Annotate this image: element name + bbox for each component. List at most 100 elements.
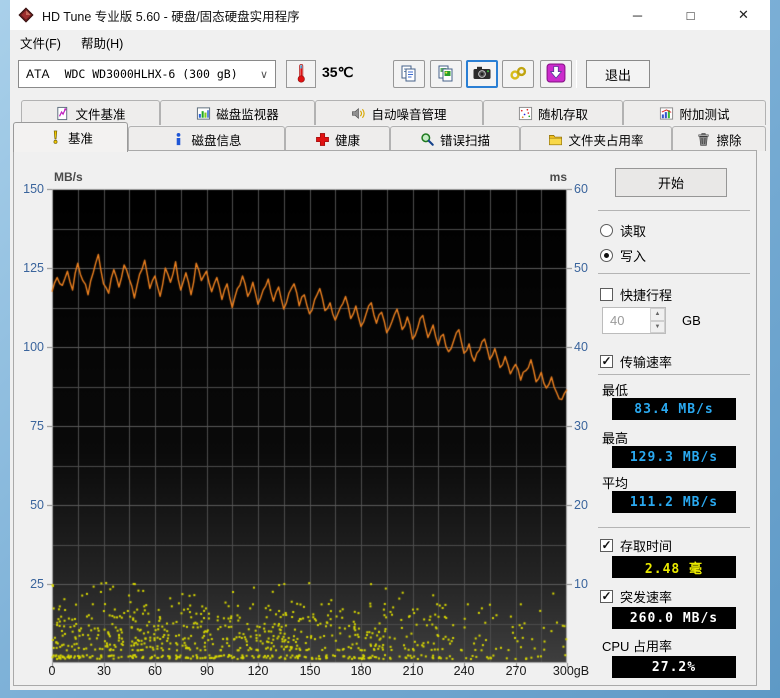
tab-label: 擦除 [716,133,742,148]
tab-label: 文件基准 [75,107,126,122]
x-tick: 240 [453,664,475,678]
acoustic-manager-button[interactable] [502,60,534,88]
y-tick: 50 [30,498,44,512]
y-tick-right: 50 [574,261,588,275]
cpu-usage-label: CPU 占用率 [602,639,673,654]
temperature-button[interactable] [286,60,316,88]
tab-extra-tests[interactable]: 附加测试 [623,100,766,125]
y-tick: 75 [30,419,44,433]
tab-benchmark[interactable]: 基准 [13,122,128,152]
panel-separator [598,210,750,211]
benchmark-icon [48,130,63,145]
copy-image-icon [437,64,455,85]
y-tick: 100 [23,340,44,354]
write-radio-label: 写入 [620,249,647,264]
short-stroke-size-spinner[interactable]: 40 ▲ ▼ [602,307,666,334]
spinner-arrows: ▲ ▼ [650,308,665,333]
y-tick: 125 [23,261,44,275]
min-value-display: 83.4 MB/s [612,398,736,420]
tab-label: 磁盘信息 [191,133,242,148]
tab-disk-monitor[interactable]: 磁盘监视器 [160,100,315,125]
panel-separator [598,374,750,375]
access-time-display: 2.48 毫 [612,556,736,578]
update-button[interactable] [540,60,572,88]
tab-folder-usage[interactable]: 文件夹占用率 [520,126,672,151]
transfer-rate-label: 传输速率 [620,355,673,370]
screenshot-button[interactable] [466,60,498,88]
y-right-axis-unit: ms [549,170,567,184]
toolbar: ATA WDC WD3000HLHX-6 (300 gB) ∨ 35℃ 退出 [10,54,770,98]
info-icon [171,132,186,147]
x-tick: 0 [48,664,56,678]
start-button[interactable]: 开始 [615,168,727,197]
trash-icon [696,132,711,147]
tab-label: 文件夹占用率 [568,133,644,148]
menu-help[interactable]: 帮助(H) [71,30,133,55]
exit-button[interactable]: 退出 [586,60,650,88]
tab-health[interactable]: 健康 [285,126,390,151]
tab-disk-info[interactable]: 磁盘信息 [128,126,285,151]
x-tick: 180 [350,664,372,678]
transfer-rate-checkbox[interactable] [600,355,613,368]
tab-auto-acoustic[interactable]: 自动噪音管理 [315,100,483,125]
burst-rate-label: 突发速率 [620,590,673,605]
x-tick: 120 [247,664,269,678]
toolbar-separator [576,60,577,88]
folder-icon [548,132,563,147]
gb-unit-label: GB [682,313,701,328]
burst-rate-display: 260.0 MB/s [612,607,736,629]
speaker-icon [351,106,366,121]
drive-bus-label: ATA [26,67,51,81]
tab-label: 健康 [334,133,360,148]
x-tick: 90 [200,664,214,678]
tab-erase[interactable]: 擦除 [672,126,766,151]
min-label: 最低 [602,383,629,398]
acoustic-manager-icon [509,64,527,85]
x-tick: 210 [402,664,424,678]
x-tick: 60 [148,664,162,678]
app-logo-icon [18,7,34,23]
x-tick: 300gB [552,664,590,678]
benchmark-chart [47,184,572,668]
random-access-icon [518,106,533,121]
read-radio[interactable] [600,224,613,237]
access-time-label: 存取时间 [620,539,673,554]
x-tick: 150 [299,664,321,678]
menu-file[interactable]: 文件(F) [10,30,71,55]
drive-model-label: WDC WD3000HLHX-6 (300 gB) [64,67,238,81]
short-stroke-label: 快捷行程 [620,288,673,303]
health-cross-icon [315,132,330,147]
burst-rate-checkbox[interactable] [600,590,613,603]
title-bar: HD Tune 专业版 5.60 - 硬盘/固态硬盘实用程序 ─ □ ✕ [10,0,770,30]
tab-label: 自动噪音管理 [371,107,447,122]
spin-up-icon[interactable]: ▲ [650,308,665,321]
y-tick-right: 20 [574,498,588,512]
access-time-row: 存取时间 [600,536,672,555]
window-controls: ─ □ ✕ [611,0,770,30]
chevron-down-icon: ∨ [259,68,268,81]
max-value-display: 129.3 MB/s [612,446,736,468]
x-tick: 30 [97,664,111,678]
copy-text-icon [400,64,418,85]
short-stroke-checkbox[interactable] [600,288,613,301]
read-radio-label: 读取 [620,224,647,239]
minimize-button[interactable]: ─ [611,0,664,30]
drive-selector-dropdown[interactable]: ATA WDC WD3000HLHX-6 (300 gB) ∨ [18,60,276,88]
copy-text-button[interactable] [393,60,425,88]
read-mode-row: 读取 [600,221,646,240]
maximize-button[interactable]: □ [664,0,717,30]
tab-random-access[interactable]: 随机存取 [483,100,623,125]
disk-monitor-icon [196,106,211,121]
spin-down-icon[interactable]: ▼ [650,320,665,333]
camera-icon [472,65,492,84]
cpu-usage-display: 27.2% [612,656,736,678]
close-button[interactable]: ✕ [717,0,770,30]
tab-error-scan[interactable]: 错误扫描 [390,126,520,151]
y-tick-right: 40 [574,340,588,354]
y-tick: 150 [23,182,44,196]
avg-label: 平均 [602,476,629,491]
copy-image-button[interactable] [430,60,462,88]
file-benchmark-icon [55,106,70,121]
access-time-checkbox[interactable] [600,539,613,552]
tab-label: 错误扫描 [439,133,490,148]
